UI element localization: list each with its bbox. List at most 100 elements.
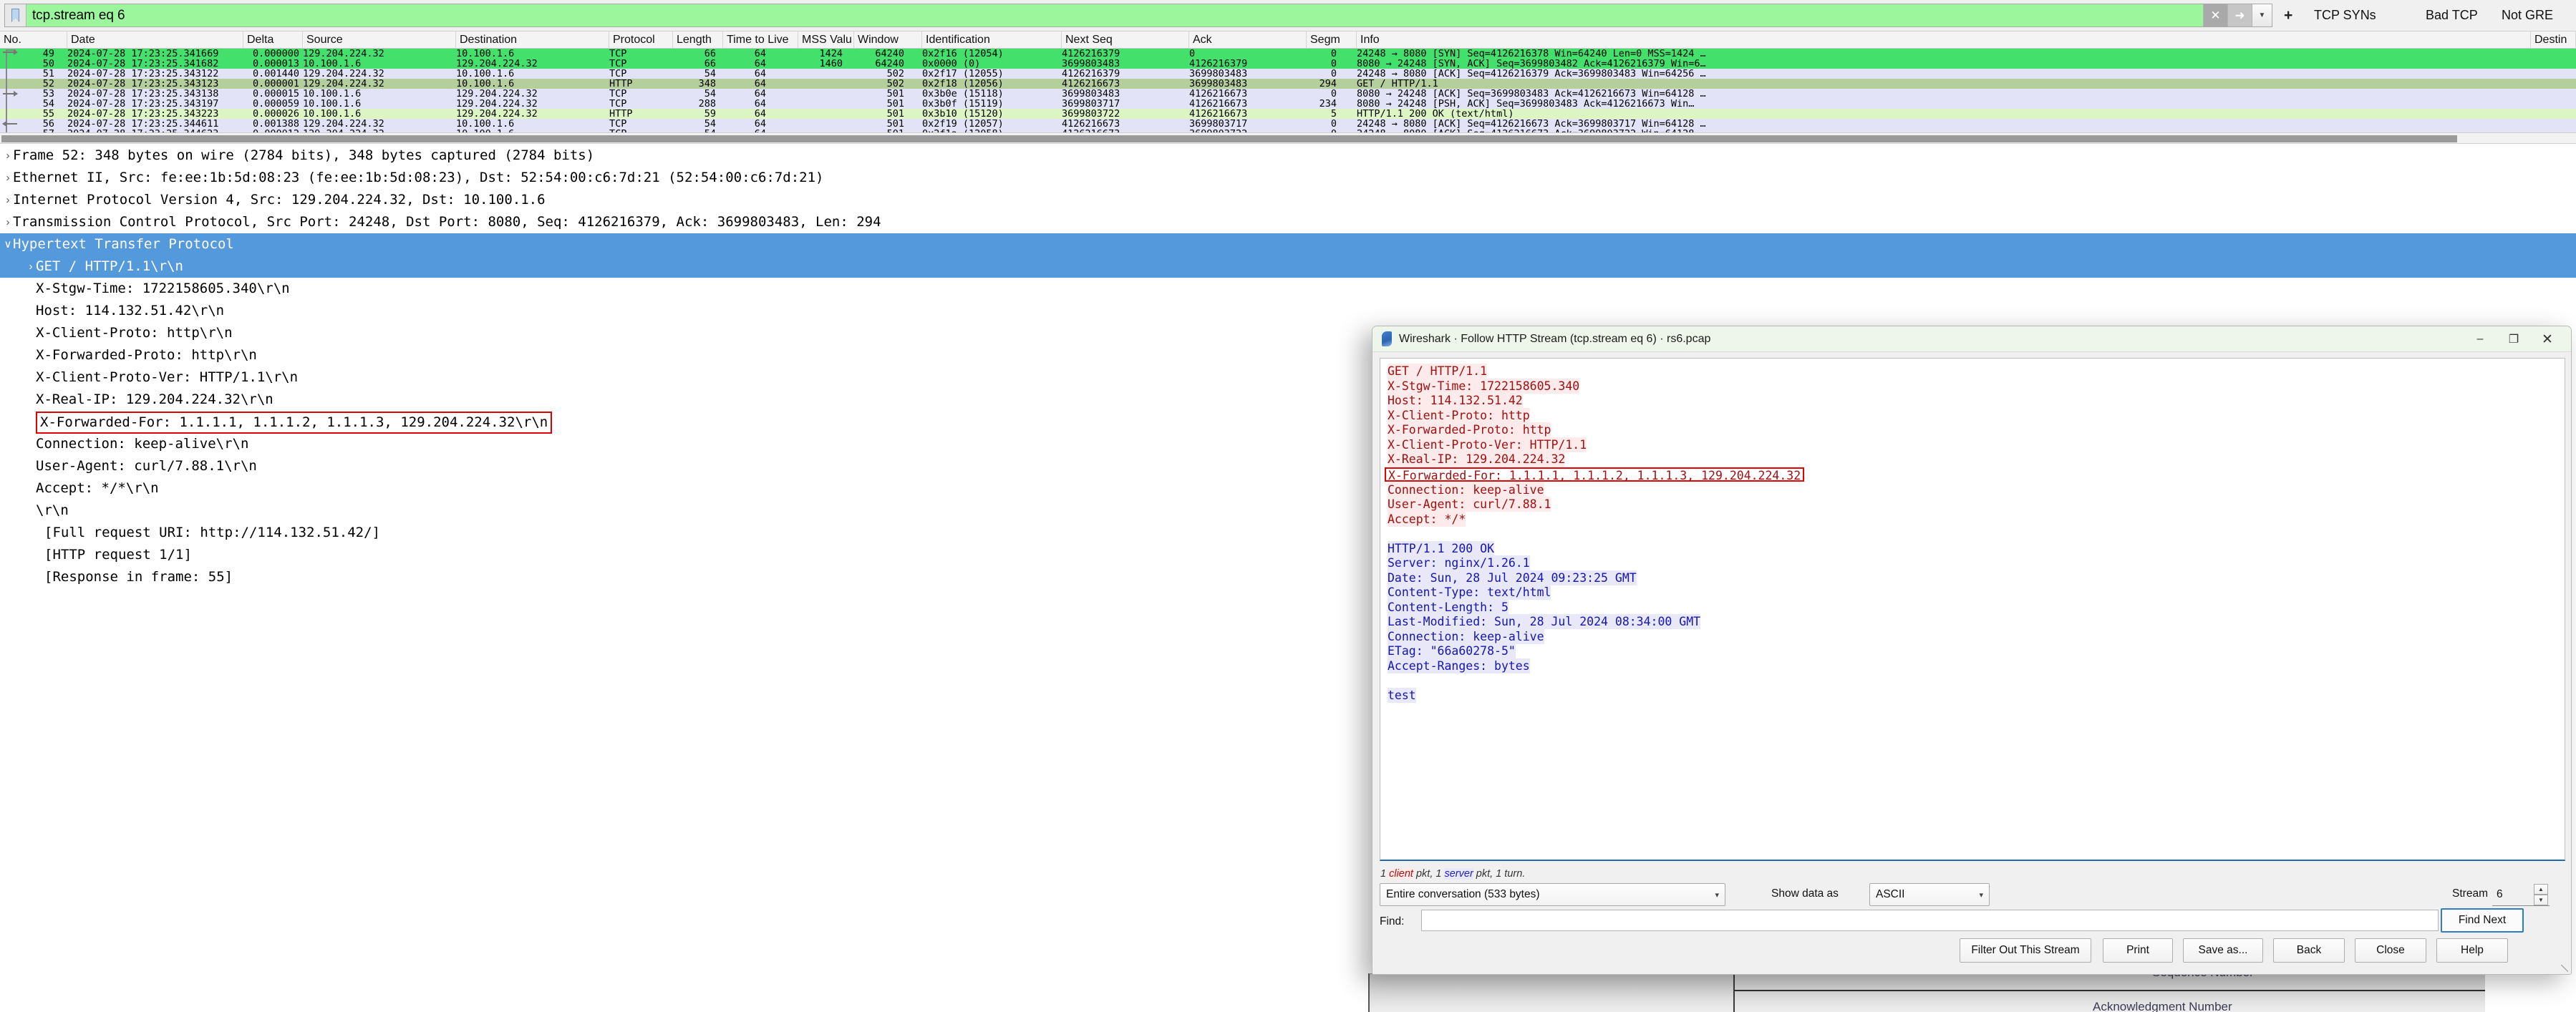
find-input[interactable] (1421, 910, 2439, 931)
detail-tree-item[interactable]: › Internet Protocol Version 4, Src: 129.2… (0, 189, 2576, 211)
filter-button-bad-tcp[interactable]: Bad TCP (2426, 8, 2478, 23)
detail-tree-link[interactable]: [Response in frame: 55] (44, 569, 233, 585)
show-data-as-select[interactable]: ASCII ▾ (1869, 883, 1990, 906)
packet-row[interactable]: 56 2024-07-28 17:23:25.344611 0.001388 129.… (0, 119, 2576, 129)
dialog-button-save-as[interactable]: Save as... (2183, 938, 2263, 963)
stepper-down-icon[interactable]: ▼ (2534, 895, 2548, 905)
packet-cell-dst: 10.100.1.6 (456, 49, 515, 59)
packet-cell-win: 64240 (875, 59, 904, 69)
background-window: Sequence Number Acknowledgment Number (1368, 973, 2485, 1012)
stream-response-line: Content-Type: text/html (1388, 585, 2565, 600)
stream-line-text: Date: Sun, 28 Jul 2024 09:23:25 GMT (1388, 570, 1637, 585)
dialog-button-print[interactable]: Print (2103, 938, 2173, 963)
dialog-button-filter-out-this-stream[interactable]: Filter Out This Stream (1960, 938, 2091, 963)
packet-cell-ack: 0 (1189, 49, 1196, 59)
clear-filter-icon[interactable]: ✕ (2203, 4, 2227, 26)
column-header-delta[interactable]: Delta (243, 31, 303, 49)
packet-row[interactable]: 52 2024-07-28 17:23:25.343123 0.000001 129.… (0, 79, 2576, 89)
filter-button-tcp-syns[interactable]: TCP SYNs (2314, 8, 2376, 23)
column-header-date[interactable]: Date (67, 31, 243, 49)
packet-cell-segm: 234 (1319, 99, 1337, 109)
column-header-window[interactable]: Window (854, 31, 922, 49)
dialog-button-back[interactable]: Back (2273, 938, 2345, 963)
follow-http-stream-dialog[interactable]: Wireshark · Follow HTTP Stream (tcp.stre… (1372, 326, 2572, 975)
detail-tree-item[interactable]: › Frame 52: 348 bytes on wire (2784 bits)… (0, 145, 2576, 167)
filter-button-not-gre[interactable]: Not GRE (2502, 8, 2553, 23)
stream-number-value: 6 (2497, 887, 2503, 900)
column-header-destin[interactable]: Destin (2531, 31, 2576, 49)
scrollbar-thumb[interactable] (1, 135, 2457, 142)
dialog-title-bar[interactable]: Wireshark · Follow HTTP Stream (tcp.stre… (1372, 326, 2571, 352)
packet-cell-len: 348 (698, 79, 716, 89)
packet-cell-date: 2024-07-28 17:23:25.344611 (67, 119, 219, 129)
stepper-up-icon[interactable]: ▲ (2534, 884, 2548, 895)
packet-row[interactable]: 55 2024-07-28 17:23:25.343223 0.000026 10.1… (0, 109, 2576, 119)
stream-line-text: Accept-Ranges: bytes (1388, 658, 1530, 673)
column-header-source[interactable]: Source (303, 31, 456, 49)
column-header-protocol[interactable]: Protocol (609, 31, 673, 49)
packet-cell-segm: 5 (1330, 109, 1337, 119)
column-header-identification[interactable]: Identification (922, 31, 1062, 49)
column-header-info[interactable]: Info (1357, 31, 2531, 49)
packet-list-horizontal-scrollbar[interactable] (0, 132, 2576, 144)
packet-cell-date: 2024-07-28 17:23:25.343122 (67, 69, 219, 79)
packet-cell-len: 288 (698, 99, 716, 109)
filter-history-chevron-down-icon[interactable]: ▼ (2252, 4, 2272, 26)
column-header-time-to-live[interactable]: Time to Live (723, 31, 798, 49)
packet-cell-proto: TCP (609, 59, 627, 69)
stream-number-stepper[interactable]: 6 ▲ ▼ (2492, 883, 2550, 906)
display-filter-input[interactable]: tcp.stream eq 6 ✕ ➜ ▼ (4, 4, 2272, 27)
packet-cell-info: 24248 → 8080 [ACK] Seq=4126216379 Ack=36… (1357, 69, 1706, 79)
packet-cell-info: 8080 → 24248 [PSH, ACK] Seq=3699803483 A… (1357, 99, 1695, 109)
packet-cell-ttl: 64 (754, 89, 766, 99)
packet-cell-dst: 129.204.224.32 (456, 59, 538, 69)
column-header-ack[interactable]: Ack (1189, 31, 1307, 49)
column-header-next-seq[interactable]: Next Seq (1062, 31, 1189, 49)
packet-cell-ident: 0x3b10 (15120) (922, 109, 1004, 119)
detail-tree-item[interactable]: › GET / HTTP/1.1\r\n (0, 256, 2576, 278)
column-header-segm[interactable]: Segm (1307, 31, 1357, 49)
packet-row[interactable]: 54 2024-07-28 17:23:25.343197 0.000059 10.1… (0, 99, 2576, 109)
packet-cell-delta: 0.000000 (252, 49, 299, 59)
packet-list-rows[interactable]: 49 2024-07-28 17:23:25.341669 0.000000 129.… (0, 49, 2576, 135)
stream-line-text: Connection: keep-alive (1388, 628, 1544, 644)
detail-tree-link[interactable]: [Full request URI: http://114.132.51.42/… (44, 525, 380, 540)
packet-cell-nseq: 4126216379 (1062, 69, 1120, 79)
packet-cell-date: 2024-07-28 17:23:25.343223 (67, 109, 219, 119)
packet-list[interactable]: No. Date Delta Source Destination Protocol Len… (0, 31, 2576, 135)
packet-cell-ttl: 64 (754, 109, 766, 119)
packet-row[interactable]: 49 2024-07-28 17:23:25.341669 0.000000 129.… (0, 49, 2576, 59)
stream-content-view[interactable]: GET / HTTP/1.1 X-Stgw-Time: 1722158605.34… (1380, 358, 2565, 861)
stepper-buttons[interactable]: ▲ ▼ (2534, 884, 2548, 905)
find-next-label: Find Next (2458, 914, 2507, 926)
resize-grip-icon[interactable] (2561, 965, 2568, 972)
dialog-button-close[interactable]: Close (2355, 938, 2426, 963)
maximize-icon[interactable]: ❐ (2497, 326, 2530, 352)
button-label: Back (2296, 944, 2322, 956)
minimize-icon[interactable]: – (2464, 326, 2497, 352)
add-filter-button[interactable]: + (2284, 7, 2292, 24)
packet-cell-ident: 0x2f16 (12054) (922, 49, 1004, 59)
dialog-button-help[interactable]: Help (2436, 938, 2508, 963)
packet-row[interactable]: 53 2024-07-28 17:23:25.343138 0.000015 10.1… (0, 89, 2576, 99)
detail-tree-item[interactable]: › Transmission Control Protocol, Src Port… (0, 211, 2576, 233)
column-header-no[interactable]: No. (0, 31, 67, 49)
column-header-length[interactable]: Length (673, 31, 723, 49)
stats-suffix: pkt, 1 turn. (1473, 868, 1526, 880)
packet-cell-delta: 0.000015 (252, 89, 299, 99)
close-icon[interactable]: ✕ (2531, 326, 2564, 352)
apply-filter-icon[interactable]: ➜ (2227, 4, 2252, 26)
filter-bookmark-button[interactable] (5, 4, 26, 26)
detail-tree-item[interactable]: Host: 114.132.51.42\r\n (0, 300, 2576, 322)
packet-row[interactable]: 50 2024-07-28 17:23:25.341682 0.000013 10.1… (0, 59, 2576, 69)
display-filter-value[interactable]: tcp.stream eq 6 (26, 4, 2203, 26)
column-header-destination[interactable]: Destination (456, 31, 609, 49)
detail-tree-item[interactable]: ∨ Hypertext Transfer Protocol (0, 233, 2576, 256)
stream-request-line: X-Forwarded-Proto: http (1388, 422, 2565, 438)
find-next-button[interactable]: Find Next (2441, 908, 2524, 933)
detail-tree-item[interactable]: › Ethernet II, Src: fe:ee:1b:5d:08:23 (fe… (0, 167, 2576, 189)
conversation-select[interactable]: Entire conversation (533 bytes) ▾ (1380, 883, 1725, 906)
packet-row[interactable]: 51 2024-07-28 17:23:25.343122 0.001440 129.… (0, 69, 2576, 79)
column-header-mss-valu[interactable]: MSS Valu (798, 31, 854, 49)
detail-tree-item[interactable]: X-Stgw-Time: 1722158605.340\r\n (0, 278, 2576, 300)
